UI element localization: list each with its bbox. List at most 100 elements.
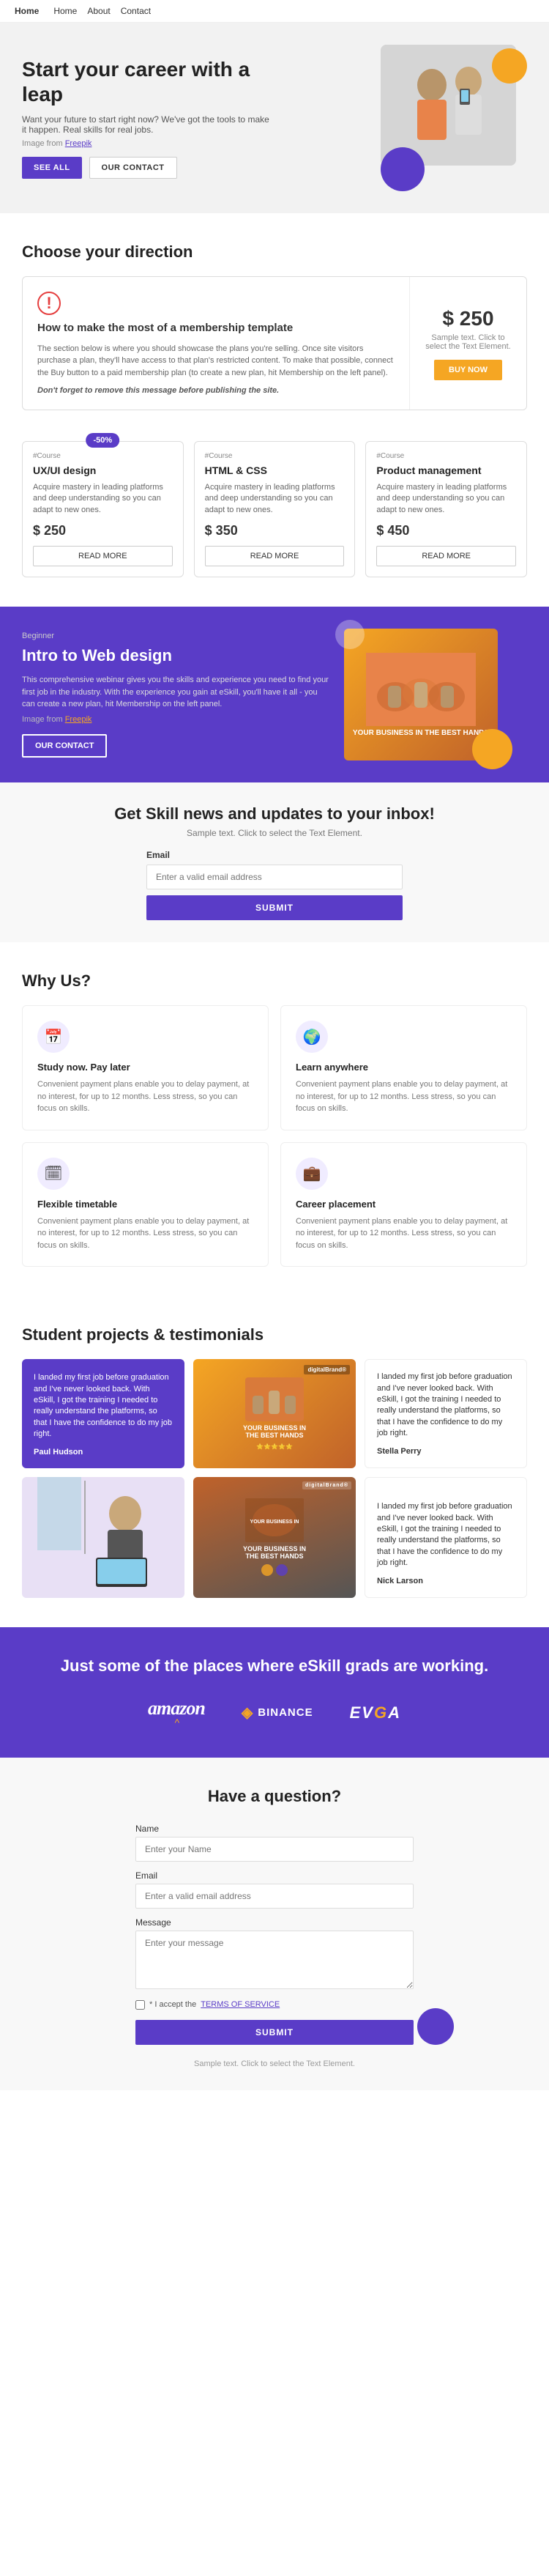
contact-message-label: Message xyxy=(135,1917,414,1928)
see-all-button[interactable]: SEE ALL xyxy=(22,157,82,179)
contact-name-input[interactable] xyxy=(135,1837,414,1862)
contact-terms-checkbox[interactable] xyxy=(135,2000,145,2010)
why-icon-1: 🌍 xyxy=(296,1021,328,1053)
why-desc-0: Convenient payment plans enable you to d… xyxy=(37,1078,253,1115)
course-desc-0: Acquire mastery in leading platforms and… xyxy=(33,482,173,516)
why-card-1: 🌍 Learn anywhere Convenient payment plan… xyxy=(280,1005,527,1130)
course-card-2: #Course Product management Acquire maste… xyxy=(365,441,527,577)
why-card-0: 📅 Study now. Pay later Convenient paymen… xyxy=(22,1005,269,1130)
buy-now-button[interactable]: BUY NOW xyxy=(434,360,502,380)
hero-circle-purple xyxy=(381,147,425,191)
logos-row: amazon ^ ◈ BINANCE EVGA xyxy=(22,1698,527,1728)
course-title-1: HTML & CSS xyxy=(205,465,345,476)
why-card-2: 🗓 Flexible timetable Convenient payment … xyxy=(22,1142,269,1267)
why-us-title: Why Us? xyxy=(22,971,527,991)
binance-logo: ◈ BINANCE xyxy=(242,1703,313,1722)
why-title-0: Study now. Pay later xyxy=(37,1062,253,1073)
discount-badge: -50% xyxy=(86,433,119,448)
contact-name-group: Name xyxy=(135,1824,414,1862)
course-card-1: #Course HTML & CSS Acquire mastery in le… xyxy=(194,441,356,577)
contact-name-label: Name xyxy=(135,1824,414,1834)
testimonial-item-5: digitalBrand® YOUR BUSINESS IN YOUR BUSI… xyxy=(193,1477,356,1598)
course-readmore-2[interactable]: READ MORE xyxy=(376,546,516,566)
course-title-0: UX/UI design xyxy=(33,465,173,476)
testimonial-item-4 xyxy=(22,1477,184,1598)
membership-icon: ! xyxy=(37,292,61,315)
contact-terms-row: * I accept the TERMS OF SERVICE xyxy=(135,2000,414,2010)
newsletter-email-input[interactable] xyxy=(146,865,403,889)
our-contact-button-intro[interactable]: OUR CONTACT xyxy=(22,734,107,758)
contact-title: Have a question? xyxy=(22,1787,527,1806)
membership-box: ! How to make the most of a membership t… xyxy=(22,276,527,410)
why-title-3: Career placement xyxy=(296,1199,512,1210)
contact-decoration-circle xyxy=(417,2008,454,2045)
contact-submit-button[interactable]: SUBMIT xyxy=(135,2020,414,2045)
places-title: Just some of the places where eSkill gra… xyxy=(22,1657,527,1676)
newsletter-email-label: Email xyxy=(146,850,403,860)
newsletter-section: Get Skill news and updates to your inbox… xyxy=(0,782,549,942)
amazon-logo: amazon ^ xyxy=(148,1698,205,1728)
why-card-3: 💼 Career placement Convenient payment pl… xyxy=(280,1142,527,1267)
why-title-1: Learn anywhere xyxy=(296,1062,512,1073)
testimonial-item-6: I landed my first job before graduation … xyxy=(365,1477,527,1598)
newsletter-submit-button[interactable]: SUBMIT xyxy=(146,895,403,920)
course-card-0: -50% #Course UX/UI design Acquire master… xyxy=(22,441,184,577)
course-price-0: $ 250 xyxy=(33,523,173,538)
places-section: Just some of the places where eSkill gra… xyxy=(0,1627,549,1758)
course-price-2: $ 450 xyxy=(376,523,516,538)
hero-title: Start your career with a leap xyxy=(22,57,271,106)
contact-email-group: Email xyxy=(135,1870,414,1909)
contact-message-input[interactable] xyxy=(135,1931,414,1989)
hero-image-credit: Image from Freepik xyxy=(22,139,271,148)
intro-right: YOUR BUSINESS IN THE BEST HANDS xyxy=(344,629,527,760)
header-nav-home[interactable]: Home xyxy=(53,6,77,16)
why-us-grid: 📅 Study now. Pay later Convenient paymen… xyxy=(22,1005,527,1267)
intro-circle-white xyxy=(335,620,365,649)
choose-direction-title: Choose your direction xyxy=(22,243,527,262)
testimonial-text-6: I landed my first job before graduation … xyxy=(377,1501,515,1569)
intro-section: Beginner Intro to Web design This compre… xyxy=(0,607,549,782)
hero-image-area xyxy=(366,45,527,191)
intro-badge: Beginner xyxy=(22,632,329,640)
why-icon-3: 💼 xyxy=(296,1158,328,1190)
contact-terms-link[interactable]: TERMS OF SERVICE xyxy=(201,2000,280,2009)
membership-price-label: Sample text. Click to select the Text El… xyxy=(425,333,512,351)
intro-left: Beginner Intro to Web design This compre… xyxy=(22,632,329,758)
course-cards: -50% #Course UX/UI design Acquire master… xyxy=(22,431,527,577)
testimonial-item-1: I landed my first job before graduation … xyxy=(22,1359,184,1467)
hero-circle-orange xyxy=(492,48,527,84)
footer-note: Sample text. Click to select the Text El… xyxy=(22,2059,527,2068)
intro-title: Intro to Web design xyxy=(22,646,329,665)
contact-email-input[interactable] xyxy=(135,1884,414,1909)
why-icon-2: 🗓 xyxy=(37,1158,70,1190)
testimonials-section: Student projects & testimonials I landed… xyxy=(0,1296,549,1626)
header-nav-about[interactable]: About xyxy=(87,6,110,16)
newsletter-title: Get Skill news and updates to your inbox… xyxy=(22,804,527,823)
svg-text:YOUR BUSINESS IN: YOUR BUSINESS IN xyxy=(250,1520,299,1525)
intro-description: This comprehensive webinar gives you the… xyxy=(22,674,329,711)
our-contact-button-hero[interactable]: OUR CONTACT xyxy=(89,157,177,179)
course-badge-0: #Course xyxy=(33,452,173,460)
membership-body: The section below is where you should sh… xyxy=(37,343,395,380)
testimonial-author-6: Nick Larson xyxy=(377,1577,515,1585)
header-nav-contact[interactable]: Contact xyxy=(121,6,151,16)
hero-section: Start your career with a leap Want your … xyxy=(0,23,549,213)
choose-direction-section: Choose your direction ! How to make the … xyxy=(0,213,549,607)
intro-image-credit: Image from Freepik xyxy=(22,715,329,724)
course-readmore-0[interactable]: READ MORE xyxy=(33,546,173,566)
course-badge-2: #Course xyxy=(376,452,516,460)
course-readmore-1[interactable]: READ MORE xyxy=(205,546,345,566)
membership-title: How to make the most of a membership tem… xyxy=(37,321,395,336)
intro-credit-link[interactable]: Freepik xyxy=(65,715,92,724)
testimonial-item-2: digitalBrand® YOUR BUSINESS INTHE BEST H… xyxy=(193,1359,356,1467)
why-title-2: Flexible timetable xyxy=(37,1199,253,1210)
intro-circle-orange xyxy=(472,729,512,769)
course-badge-1: #Course xyxy=(205,452,345,460)
course-desc-2: Acquire mastery in leading platforms and… xyxy=(376,482,516,516)
testimonials-title: Student projects & testimonials xyxy=(22,1325,527,1344)
header-logo[interactable]: Home xyxy=(15,6,39,16)
hero-credit-link[interactable]: Freepik xyxy=(65,139,92,148)
contact-email-label: Email xyxy=(135,1870,414,1881)
testimonial-author-3: Stella Perry xyxy=(377,1447,515,1456)
testimonial-text-1: I landed my first job before graduation … xyxy=(34,1372,173,1440)
